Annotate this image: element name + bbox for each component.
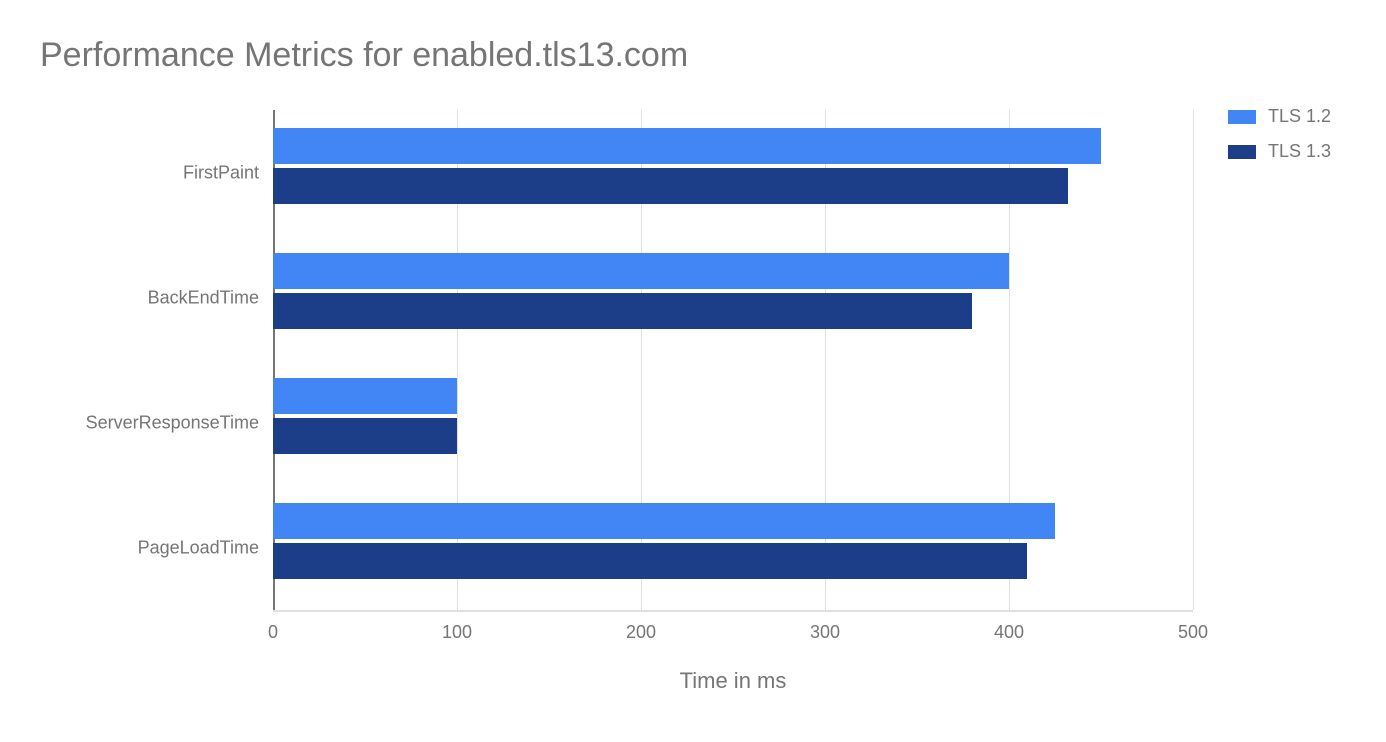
legend-label: TLS 1.2: [1268, 106, 1331, 127]
category-label: ServerResponseTime: [86, 412, 273, 433]
legend-swatch: [1228, 110, 1256, 124]
bar: [273, 378, 457, 414]
bar: [273, 418, 457, 454]
x-tick-label: 300: [810, 622, 840, 643]
category-group: ServerResponseTime: [273, 360, 1193, 485]
legend-label: TLS 1.3: [1268, 141, 1331, 162]
chart-container: Performance Metrics for enabled.tls13.co…: [0, 0, 1386, 742]
category-group: FirstPaint: [273, 110, 1193, 235]
x-axis-label: Time in ms: [273, 668, 1193, 694]
plot-area: 0100200300400500 FirstPaintBackEndTimeSe…: [273, 110, 1193, 610]
category-group: BackEndTime: [273, 235, 1193, 360]
legend: TLS 1.2 TLS 1.3: [1228, 106, 1331, 176]
legend-item: TLS 1.3: [1228, 141, 1331, 162]
category-label: BackEndTime: [148, 287, 273, 308]
bar: [273, 168, 1068, 204]
legend-swatch: [1228, 145, 1256, 159]
bar: [273, 543, 1027, 579]
bar: [273, 503, 1055, 539]
x-tick-label: 100: [442, 622, 472, 643]
bar: [273, 293, 972, 329]
legend-item: TLS 1.2: [1228, 106, 1331, 127]
chart-title: Performance Metrics for enabled.tls13.co…: [40, 36, 688, 75]
x-tick-label: 0: [268, 622, 278, 643]
bar: [273, 253, 1009, 289]
x-tick-label: 400: [994, 622, 1024, 643]
bar: [273, 128, 1101, 164]
gridline: [1193, 110, 1194, 610]
category-label: PageLoadTime: [138, 537, 273, 558]
x-tick-label: 500: [1178, 622, 1208, 643]
category-group: PageLoadTime: [273, 485, 1193, 610]
x-tick-label: 200: [626, 622, 656, 643]
category-label: FirstPaint: [183, 162, 273, 183]
x-axis: [273, 610, 1193, 612]
